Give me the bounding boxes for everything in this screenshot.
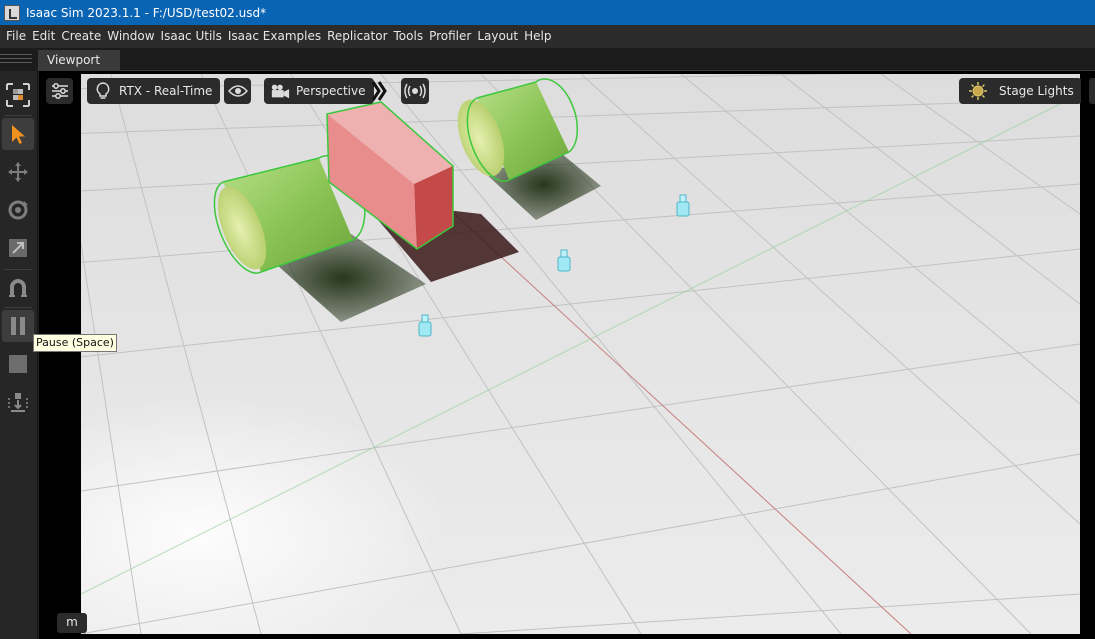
viewport-right-edge xyxy=(1081,74,1095,634)
menu-layout[interactable]: Layout xyxy=(474,25,521,48)
tab-viewport[interactable]: Viewport xyxy=(38,50,120,71)
title-bar: Isaac Sim 2023.1.1 - F:/USD/test02.usd* xyxy=(0,0,1095,25)
camera-label: Perspective xyxy=(296,84,366,98)
rotate-icon[interactable] xyxy=(2,194,34,226)
viewport-canvas[interactable] xyxy=(81,74,1080,634)
pause-tooltip: Pause (Space) xyxy=(33,334,117,352)
scale-icon[interactable] xyxy=(2,232,34,264)
panel-grip-handle[interactable] xyxy=(0,54,32,66)
move-icon[interactable] xyxy=(2,156,34,188)
menu-profiler[interactable]: Profiler xyxy=(426,25,474,48)
camera-icon xyxy=(264,83,290,99)
left-toolbar xyxy=(0,71,38,639)
select-arrow-icon[interactable] xyxy=(2,118,34,150)
menu-tools[interactable]: Tools xyxy=(391,25,427,48)
isaac-sim-window: Isaac Sim 2023.1.1 - F:/USD/test02.usd* … xyxy=(0,0,1095,639)
physics-drop-icon[interactable] xyxy=(2,386,34,418)
viewport-gutter xyxy=(39,74,81,634)
menu-isaac-utils[interactable]: Isaac Utils xyxy=(158,25,225,48)
toolbar-separator xyxy=(4,269,32,270)
scene-render[interactable] xyxy=(81,74,1080,634)
sliders-icon xyxy=(46,83,73,99)
select-mode-icon[interactable] xyxy=(2,79,34,111)
menu-file[interactable]: File xyxy=(3,25,29,48)
stage-lights-label: Stage Lights xyxy=(999,84,1074,98)
visibility-button[interactable] xyxy=(224,78,251,104)
eye-icon xyxy=(224,84,251,98)
viewport-overflow-button[interactable] xyxy=(1089,78,1095,104)
snap-magnet-icon[interactable] xyxy=(2,272,34,304)
renderer-mode-button[interactable]: RTX - Real-Time xyxy=(87,78,221,104)
broadcast-icon xyxy=(401,83,429,99)
menu-bar: File Edit Create Window Isaac Utils Isaa… xyxy=(0,25,1095,48)
camera-button[interactable]: Perspective xyxy=(264,78,374,104)
renderer-mode-label: RTX - Real-Time xyxy=(119,84,213,98)
viewport-panel: RTX - Real-Time Perspective Stage Lights xyxy=(39,71,1095,639)
menu-replicator[interactable]: Replicator xyxy=(324,25,390,48)
window-title: Isaac Sim 2023.1.1 - F:/USD/test02.usd* xyxy=(26,5,267,20)
viewport-settings-button[interactable] xyxy=(46,78,73,104)
ground-light-spot xyxy=(81,74,1080,634)
sun-icon xyxy=(959,82,989,100)
stage-lights-button[interactable]: Stage Lights xyxy=(959,78,1082,104)
menu-isaac-examples[interactable]: Isaac Examples xyxy=(225,25,324,48)
pause-icon[interactable] xyxy=(2,310,34,342)
isaac-sim-app-icon[interactable] xyxy=(4,4,20,21)
toolbar-separator xyxy=(4,307,32,308)
double-chevron-right-icon xyxy=(368,80,390,102)
lightbulb-icon xyxy=(87,82,113,100)
expand-toolbar-button[interactable] xyxy=(368,78,390,104)
menu-help[interactable]: Help xyxy=(521,25,554,48)
panel-tab-strip: Viewport xyxy=(0,48,1095,71)
hud-badge[interactable]: m xyxy=(57,613,87,633)
menu-create[interactable]: Create xyxy=(58,25,104,48)
menu-window[interactable]: Window xyxy=(104,25,157,48)
toolbar-separator xyxy=(4,115,32,116)
broadcast-button[interactable] xyxy=(401,78,429,104)
menu-edit[interactable]: Edit xyxy=(29,25,58,48)
stop-icon[interactable] xyxy=(2,348,34,380)
